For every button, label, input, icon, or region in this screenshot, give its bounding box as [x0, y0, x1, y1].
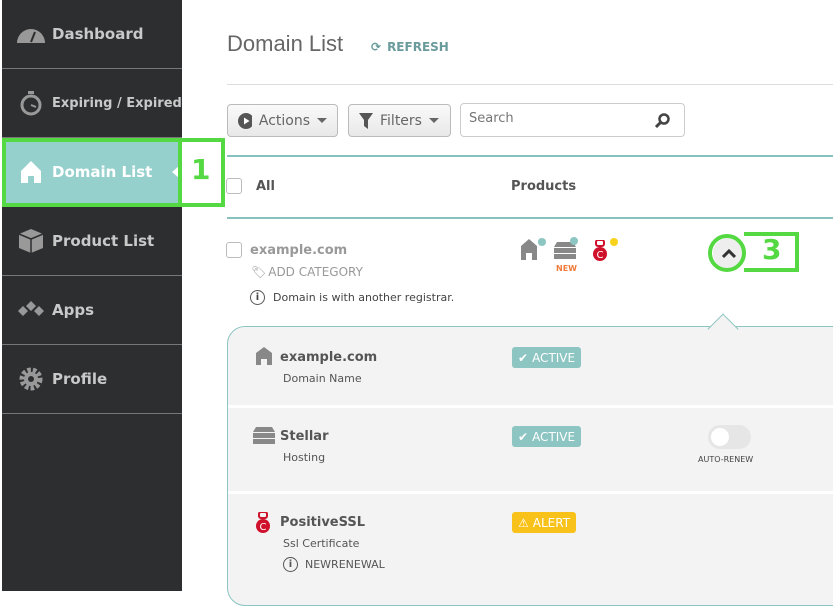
actions-label: Actions [258, 112, 310, 129]
add-category-button[interactable]: 🏷 ADD CATEGORY [251, 265, 363, 279]
check-icon: ✔ [518, 350, 529, 365]
page-title: Domain List [227, 31, 344, 56]
renewal-note-text: NEWRENEWAL [305, 558, 385, 571]
annotation-label-1: 1 [191, 153, 211, 186]
refresh-button[interactable]: ⟳ REFRESH [371, 40, 449, 54]
table-header-border [227, 217, 833, 219]
sidebar-item-label: Dashboard [52, 25, 144, 43]
toggle-knob [711, 428, 729, 446]
new-badge: NEW [556, 264, 577, 273]
column-header-products: Products [511, 179, 577, 194]
sidebar-item-dashboard[interactable]: Dashboard [2, 0, 182, 69]
sidebar-item-profile[interactable]: Profile [2, 345, 182, 414]
gear-icon [16, 366, 46, 392]
sidebar: Dashboard Expiring / Expired Domain List… [2, 0, 182, 591]
detail-product-name: example.com [280, 350, 378, 365]
search-icon[interactable] [655, 113, 670, 128]
ssl-lock-icon: C [256, 512, 270, 533]
dashboard-gauge-icon [16, 21, 46, 47]
sidebar-item-expiring[interactable]: Expiring / Expired [2, 69, 182, 138]
annotation-label-3: 3 [762, 233, 782, 266]
box-icon [16, 228, 46, 254]
detail-product-type: Hosting [283, 451, 326, 464]
auto-renew-toggle[interactable] [708, 425, 751, 449]
check-icon: ✔ [518, 429, 529, 444]
domain-name-link[interactable]: example.com [250, 243, 347, 258]
ssl-status-dot [610, 238, 618, 246]
svg-text:C: C [260, 522, 267, 533]
info-icon: i [250, 290, 265, 305]
apps-diamonds-icon [16, 297, 46, 323]
ssl-lock-icon[interactable]: C [592, 240, 608, 262]
column-header-all: All [256, 179, 275, 194]
filters-label: Filters [380, 112, 422, 129]
status-text: ACTIVE [532, 429, 576, 444]
search-input[interactable] [469, 111, 649, 126]
filters-dropdown[interactable]: Filters [348, 104, 451, 137]
status-badge-alert: ⚠ ALERT [512, 512, 577, 533]
domain-status-dot [538, 238, 546, 246]
sidebar-item-label: Apps [52, 301, 95, 319]
stopwatch-icon [16, 90, 46, 116]
divider [228, 491, 833, 494]
warning-icon: ⚠ [518, 515, 529, 530]
house-icon [256, 347, 272, 365]
row-checkbox[interactable] [226, 242, 242, 258]
sidebar-item-label: Profile [52, 370, 108, 388]
renewal-note: i NEWRENEWAL [283, 557, 385, 572]
actions-dropdown[interactable]: Actions [227, 104, 338, 137]
status-badge-active: ✔ ACTIVE [512, 426, 582, 447]
info-icon: i [283, 557, 298, 572]
add-category-label: ADD CATEGORY [268, 265, 363, 279]
refresh-label: REFRESH [387, 40, 449, 54]
registrar-note: i Domain is with another registrar. [250, 290, 454, 305]
detail-product-name: Stellar [280, 429, 329, 444]
annotation-circle-3 [708, 234, 746, 272]
tag-plus-icon: 🏷 [251, 265, 267, 279]
detail-product-type: Ssl Certificate [283, 537, 360, 550]
caret-down-icon [428, 118, 439, 123]
select-all-checkbox[interactable] [226, 178, 242, 194]
hosting-server-icon [253, 427, 275, 444]
sidebar-item-apps[interactable]: Apps [2, 276, 182, 345]
domain-product-icon[interactable] [520, 238, 540, 262]
sidebar-item-product-list[interactable]: Product List [2, 207, 182, 276]
play-circle-icon [238, 112, 252, 129]
detail-product-name: PositiveSSL [280, 515, 366, 530]
registrar-note-text: Domain is with another registrar. [273, 291, 455, 304]
table-top-border [227, 155, 833, 157]
search-box [460, 103, 685, 137]
divider [228, 405, 833, 408]
detail-product-type: Domain Name [283, 372, 362, 385]
refresh-icon: ⟳ [371, 40, 382, 54]
status-text: ACTIVE [532, 350, 576, 365]
auto-renew-label: AUTO-RENEW [698, 455, 754, 464]
status-badge-active: ✔ ACTIVE [512, 347, 582, 368]
divider [227, 84, 833, 85]
annotation-divider [178, 138, 182, 207]
sidebar-item-label: Expiring / Expired [52, 95, 182, 111]
sidebar-item-label: Product List [52, 232, 155, 250]
caret-down-icon [317, 118, 327, 123]
hosting-status-dot [570, 237, 578, 245]
filter-icon [359, 112, 373, 129]
svg-text:C: C [597, 250, 604, 261]
status-text: ALERT [532, 515, 571, 530]
